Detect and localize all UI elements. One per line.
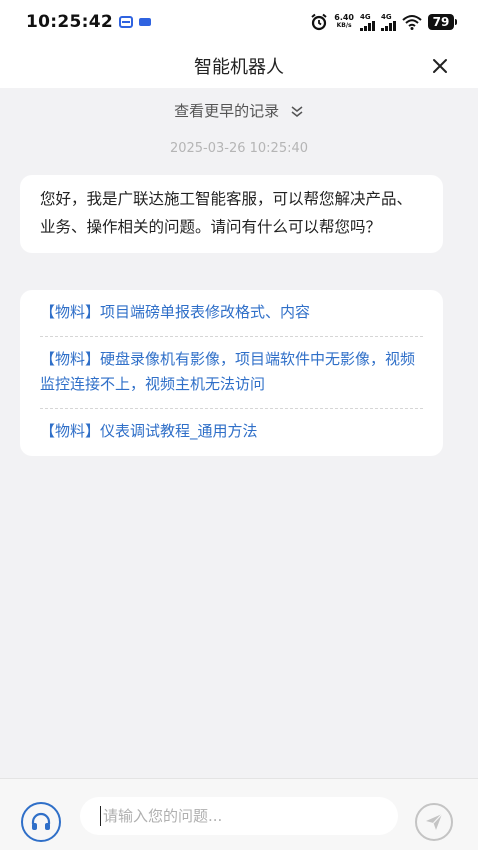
send-icon [426, 813, 443, 830]
question-input[interactable] [100, 806, 382, 826]
human-agent-button[interactable] [21, 802, 61, 842]
faq-item[interactable]: 【物料】仪表调试教程_通用方法 [40, 409, 423, 456]
battery-level: 79 [432, 15, 450, 29]
signal-icon: 4G [360, 12, 375, 31]
network-speed-value: 6.40 [334, 13, 354, 22]
chat-timestamp: 2025-03-26 10:25:40 [169, 141, 309, 156]
battery-icon: 79 [428, 14, 457, 30]
app-notification-icon [118, 16, 133, 28]
network-speed: 6.40 KB/s [334, 14, 354, 30]
faq-item[interactable]: 【物料】硬盘录像机有影像，项目端软件中无影像，视频监控连接不上，视频主机无法访问 [40, 337, 423, 409]
alarm-icon [311, 13, 327, 31]
double-chevron-down-icon [291, 105, 303, 117]
bot-greeting-text: 您好，我是广联达施工智能客服，可以帮您解决产品、业务、操作相关的问题。请问有什么… [40, 190, 413, 236]
bot-message-bubble: 您好，我是广联达施工智能客服，可以帮您解决产品、业务、操作相关的问题。请问有什么… [20, 175, 443, 253]
wifi-icon [402, 15, 422, 30]
faq-list: 【物料】项目端磅单报表修改格式、内容 【物料】硬盘录像机有影像，项目端软件中无影… [20, 290, 443, 456]
page-title: 智能机器人 [194, 57, 284, 78]
network-speed-unit: KB/s [336, 22, 352, 29]
header: 智能机器人 [0, 44, 478, 88]
signal-icon: 4G [381, 12, 396, 31]
send-button[interactable] [415, 803, 453, 841]
signal-label: 4G [381, 12, 392, 21]
close-icon[interactable] [428, 54, 452, 78]
app-badge-icon [138, 18, 151, 26]
status-bar: 10:25:42 6.40 KB/s 4G 4G 79 [0, 0, 478, 44]
signal-label: 4G [360, 12, 371, 21]
headset-icon [31, 812, 51, 830]
earlier-records-link[interactable]: 查看更早的记录 [0, 100, 478, 121]
status-time: 10:25:42 [26, 12, 113, 32]
input-bar [0, 778, 478, 850]
question-input-box[interactable] [80, 797, 398, 835]
earlier-records-label: 查看更早的记录 [174, 102, 280, 120]
faq-item[interactable]: 【物料】项目端磅单报表修改格式、内容 [40, 290, 423, 337]
